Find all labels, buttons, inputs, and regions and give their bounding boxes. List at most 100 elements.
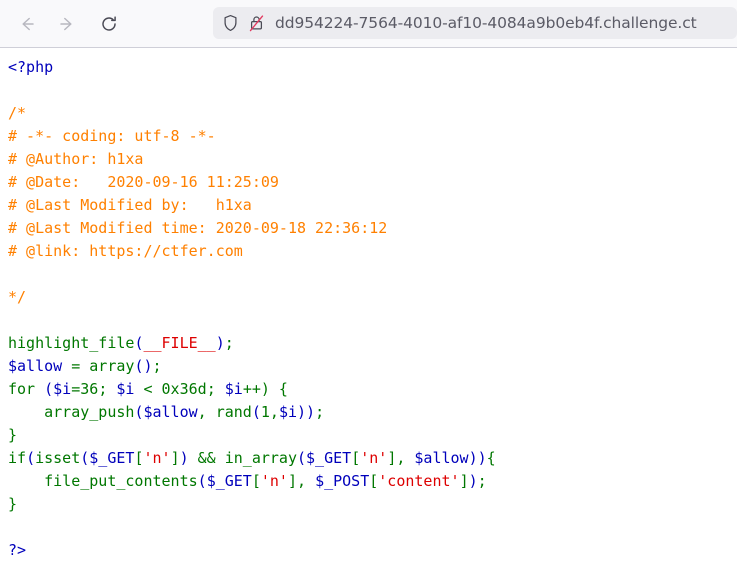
- lock-insecure-icon[interactable]: [243, 14, 269, 32]
- code-token: (: [251, 403, 261, 421]
- code-token: ): [179, 449, 198, 467]
- back-arrow-icon: [17, 14, 37, 34]
- code-line: ?>: [8, 541, 26, 559]
- code-token: ]: [459, 472, 469, 490]
- code-token: {: [486, 449, 496, 467]
- php-source-code: <?php /* # -*- coding: utf-8 -*- # @Auth…: [0, 48, 737, 562]
- code-token: }: [8, 426, 18, 444]
- browser-toolbar: dd954224-7564-4010-af10-4084a9b0eb4f.cha…: [0, 0, 737, 48]
- code-token: (: [44, 380, 54, 398]
- code-token: (: [197, 472, 207, 490]
- page-content: <?php /* # -*- coding: utf-8 -*- # @Auth…: [0, 48, 737, 587]
- code-token: # @Author: h1xa: [8, 150, 144, 168]
- code-line: $allow = array();: [8, 357, 162, 375]
- code-token: __FILE__: [143, 334, 216, 352]
- code-token: )): [297, 403, 316, 421]
- code-token: for: [8, 380, 45, 398]
- code-token: ],: [387, 449, 415, 467]
- code-token: $i: [53, 380, 72, 398]
- code-token: 1: [260, 403, 270, 421]
- forward-button[interactable]: [50, 7, 84, 41]
- code-line: file_put_contents($_GET['n'], $_POST['co…: [8, 472, 487, 490]
- code-token: # -*- coding: utf-8 -*-: [8, 127, 216, 145]
- code-token: # @Last Modified by: h1xa: [8, 196, 252, 214]
- code-token: highlight_file: [8, 334, 135, 352]
- code-token: isset: [35, 449, 81, 467]
- code-token: [: [369, 472, 379, 490]
- forward-arrow-icon: [57, 14, 77, 34]
- code-line: */: [8, 288, 26, 306]
- code-token: ;: [152, 357, 162, 375]
- code-token: [: [351, 449, 361, 467]
- code-line: # @Last Modified by: h1xa: [8, 196, 252, 214]
- code-token: $_GET: [306, 449, 352, 467]
- code-token: $_GET: [89, 449, 135, 467]
- code-line: highlight_file(__FILE__);: [8, 334, 234, 352]
- url-text[interactable]: dd954224-7564-4010-af10-4084a9b0eb4f.cha…: [275, 14, 697, 32]
- code-token: =: [71, 380, 81, 398]
- code-token: =: [71, 357, 90, 375]
- code-token: 'n': [260, 472, 288, 490]
- code-line: # -*- coding: utf-8 -*-: [8, 127, 216, 145]
- code-token: )): [468, 449, 487, 467]
- code-token: 36: [80, 380, 99, 398]
- code-token: ): [468, 472, 478, 490]
- code-token: /*: [8, 104, 27, 122]
- code-token: [: [251, 472, 261, 490]
- code-token: 'n': [143, 449, 171, 467]
- code-token: $allow: [143, 403, 198, 421]
- address-bar[interactable]: dd954224-7564-4010-af10-4084a9b0eb4f.cha…: [213, 7, 737, 39]
- code-token: ): [215, 334, 225, 352]
- code-line: array_push($allow, rand(1,$i));: [8, 403, 324, 421]
- code-token: in_array: [224, 449, 297, 467]
- code-token: $i: [116, 380, 144, 398]
- code-token: # @link: https://ctfer.com: [8, 242, 243, 260]
- code-token: ]: [170, 449, 180, 467]
- code-line: # @Last Modified time: 2020-09-18 22:36:…: [8, 219, 387, 237]
- reload-icon: [99, 14, 119, 34]
- code-token: <?php: [8, 58, 54, 76]
- code-token: (): [134, 357, 153, 375]
- code-line: /*: [8, 104, 26, 122]
- code-token: if: [8, 449, 27, 467]
- code-token: ;: [206, 380, 225, 398]
- code-token: ],: [287, 472, 316, 490]
- shield-icon[interactable]: [217, 14, 243, 32]
- code-token: &&: [197, 449, 225, 467]
- code-token: ?>: [8, 541, 27, 559]
- code-line: <?php: [8, 58, 53, 76]
- code-token: $allow: [414, 449, 469, 467]
- code-token: 'content': [378, 472, 460, 490]
- code-token: ,: [269, 403, 279, 421]
- code-token: */: [8, 288, 27, 306]
- code-line: # @Date: 2020-09-16 11:25:09: [8, 173, 279, 191]
- code-token: ;: [98, 380, 117, 398]
- reload-button[interactable]: [92, 7, 126, 41]
- code-token: ;: [224, 334, 234, 352]
- code-token: # @Date: 2020-09-16 11:25:09: [8, 173, 279, 191]
- code-token: $i: [278, 403, 297, 421]
- code-token: <: [143, 380, 162, 398]
- code-token: array: [89, 357, 135, 375]
- code-line: for ($i=36; $i < 0x36d; $i++) {: [8, 380, 288, 398]
- code-token: ++) {: [242, 380, 288, 398]
- code-token: file_put_contents: [44, 472, 198, 490]
- code-token: rand: [215, 403, 252, 421]
- code-token: $allow: [8, 357, 72, 375]
- code-token: }: [8, 495, 18, 513]
- back-button[interactable]: [10, 7, 44, 41]
- code-line: # @link: https://ctfer.com: [8, 242, 243, 260]
- code-token: (: [80, 449, 90, 467]
- code-token: ;: [315, 403, 325, 421]
- code-line: if(isset($_GET['n']) && in_array($_GET['…: [8, 449, 496, 467]
- code-token: ;: [477, 472, 487, 490]
- code-line: }: [8, 426, 17, 444]
- code-token: (: [297, 449, 307, 467]
- code-token: array_push: [44, 403, 135, 421]
- code-token: # @Last Modified time: 2020-09-18 22:36:…: [8, 219, 388, 237]
- code-token: $i: [224, 380, 243, 398]
- code-line: }: [8, 495, 17, 513]
- code-token: 'n': [360, 449, 388, 467]
